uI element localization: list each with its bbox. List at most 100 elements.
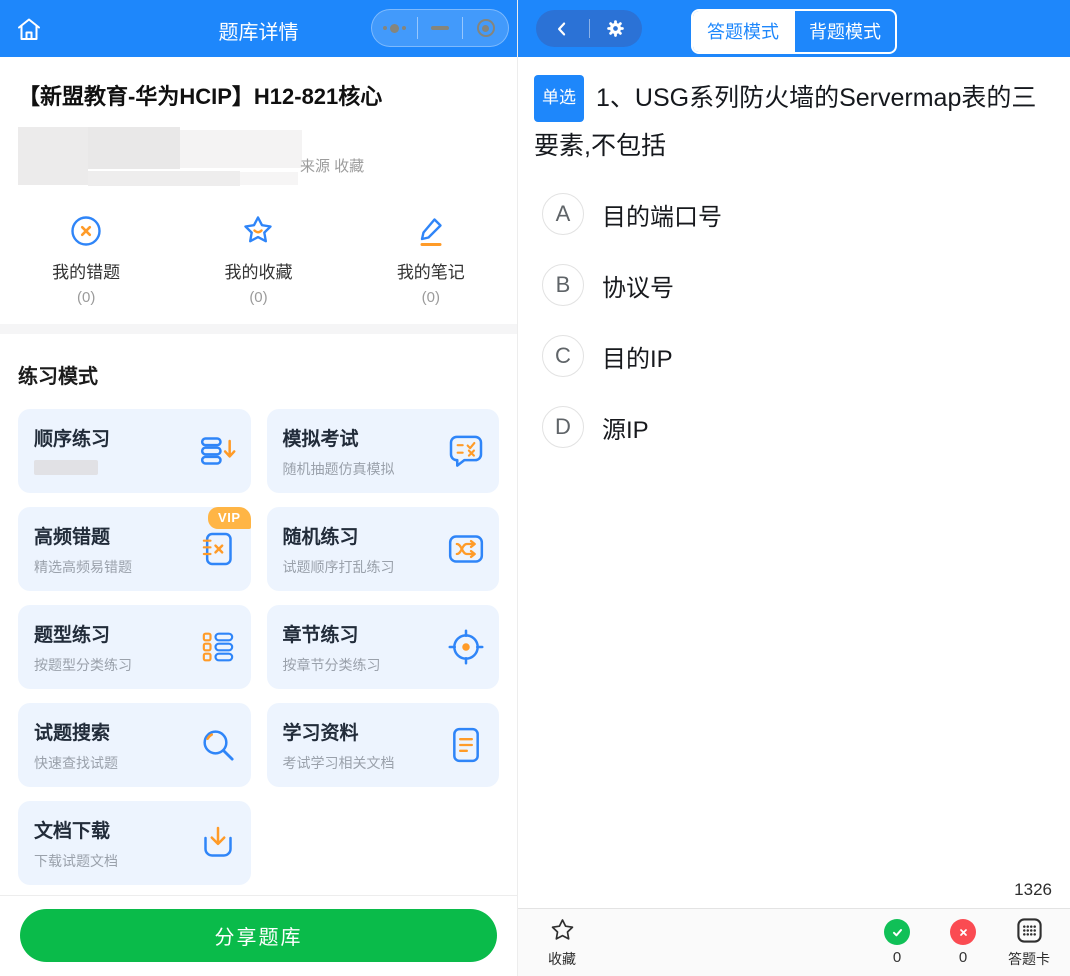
share-bank-button[interactable]: 分享题库 bbox=[20, 909, 497, 962]
stat-my-wrong[interactable]: 我的错题 (0) bbox=[0, 213, 172, 306]
answer-card-button[interactable]: 答题卡 bbox=[996, 917, 1062, 969]
back-icon[interactable] bbox=[536, 10, 589, 47]
download-icon bbox=[198, 823, 238, 863]
minimize-icon[interactable] bbox=[418, 10, 463, 46]
star-smile-icon bbox=[240, 213, 276, 249]
mode-toggle: 答题模式 背题模式 bbox=[691, 9, 897, 54]
stat-count: (0) bbox=[422, 289, 440, 306]
card-subtitle: 考试学习相关文档 bbox=[283, 753, 440, 773]
redacted-block bbox=[180, 130, 302, 168]
tab-recite-mode[interactable]: 背题模式 bbox=[793, 11, 895, 52]
list-types-icon bbox=[198, 627, 238, 667]
stat-count: (0) bbox=[77, 289, 95, 306]
stat-count: (0) bbox=[249, 289, 267, 306]
source-favorite-meta: 来源 收藏 bbox=[300, 155, 364, 176]
pencil-icon bbox=[413, 213, 449, 249]
option-c[interactable]: C 目的IP bbox=[534, 335, 1054, 377]
card-subtitle: 试题顺序打乱练习 bbox=[283, 557, 440, 577]
stat-label: 我的笔记 bbox=[397, 258, 465, 283]
correct-counter[interactable]: 0 bbox=[864, 919, 930, 966]
answer-card-label: 答题卡 bbox=[1008, 949, 1050, 969]
card-study-material[interactable]: 学习资料 考试学习相关文档 bbox=[267, 703, 500, 787]
card-title: 顺序练习 bbox=[34, 424, 191, 451]
card-subtitle: 随机抽题仿真模拟 bbox=[283, 459, 440, 479]
card-subtitle: 下载试题文档 bbox=[34, 851, 191, 871]
exam-bubble-icon bbox=[446, 431, 486, 471]
question-body: 单选1、USG系列防火墙的Servermap表的三要素,不包括 A 目的端口号 … bbox=[518, 57, 1070, 908]
options-list: A 目的端口号 B 协议号 C 目的IP D 源IP bbox=[534, 193, 1054, 477]
wrong-counter[interactable]: 0 bbox=[930, 919, 996, 966]
document-icon bbox=[446, 725, 486, 765]
notebook-x-icon bbox=[198, 529, 238, 569]
question-text: 1、USG系列防火墙的Servermap表的三要素,不包括 bbox=[534, 84, 1036, 160]
more-icon[interactable] bbox=[372, 10, 417, 46]
card-title: 章节练习 bbox=[283, 620, 440, 647]
card-document-download[interactable]: 文档下载 下载试题文档 bbox=[18, 801, 251, 885]
redacted-block bbox=[34, 460, 98, 475]
favorite-label: 收藏 bbox=[548, 949, 576, 969]
stat-label: 我的收藏 bbox=[224, 258, 292, 283]
stat-label: 我的错题 bbox=[52, 258, 120, 283]
card-random-practice[interactable]: 随机练习 试题顺序打乱练习 bbox=[267, 507, 500, 591]
bank-detail-screen: 题库详情 【新盟教育-华为HCIP】H12-821核心 bbox=[0, 0, 517, 976]
check-circle-icon bbox=[884, 919, 910, 945]
left-footer: 分享题库 bbox=[0, 895, 517, 976]
redacted-block bbox=[88, 127, 180, 169]
section-divider bbox=[0, 324, 517, 334]
question-screen: 答题模式 背题模式 单选1、USG系列防火墙的Servermap表的三要素,不包… bbox=[517, 0, 1070, 976]
practice-mode-title: 练习模式 bbox=[18, 360, 499, 389]
question-bottom-bar: 收藏 0 0 bbox=[518, 908, 1070, 976]
shuffle-icon bbox=[446, 529, 486, 569]
redacted-block bbox=[18, 127, 88, 185]
bank-info-redacted: 来源 收藏 bbox=[18, 127, 499, 189]
card-title: 高频错题 bbox=[34, 522, 191, 549]
sequence-icon bbox=[198, 431, 238, 471]
app: 题库详情 【新盟教育-华为HCIP】H12-821核心 bbox=[0, 0, 1070, 976]
option-a[interactable]: A 目的端口号 bbox=[534, 193, 1054, 235]
redacted-block bbox=[240, 172, 298, 185]
nav-pill bbox=[536, 10, 642, 47]
card-subtitle: 快速查找试题 bbox=[34, 753, 191, 773]
right-header: 答题模式 背题模式 bbox=[518, 0, 1070, 57]
option-text: 目的IP bbox=[602, 339, 673, 374]
redacted-block bbox=[88, 171, 240, 186]
star-icon bbox=[549, 917, 576, 944]
option-text: 协议号 bbox=[602, 268, 674, 303]
vip-badge: VIP bbox=[208, 507, 250, 529]
option-text: 目的端口号 bbox=[602, 197, 722, 232]
stat-my-favorites[interactable]: 我的收藏 (0) bbox=[172, 213, 344, 306]
tab-answer-mode[interactable]: 答题模式 bbox=[693, 11, 793, 52]
card-type-practice[interactable]: 题型练习 按题型分类练习 bbox=[18, 605, 251, 689]
favorite-button[interactable]: 收藏 bbox=[548, 917, 576, 969]
question-block: 单选1、USG系列防火墙的Servermap表的三要素,不包括 bbox=[534, 77, 1054, 167]
answer-card-icon bbox=[1016, 917, 1043, 944]
option-b[interactable]: B 协议号 bbox=[534, 264, 1054, 306]
option-d[interactable]: D 源IP bbox=[534, 406, 1054, 448]
left-header: 题库详情 bbox=[0, 0, 517, 57]
card-title: 随机练习 bbox=[283, 522, 440, 549]
bank-detail-body: 【新盟教育-华为HCIP】H12-821核心 来源 收藏 我的错题 (0) bbox=[0, 57, 517, 895]
card-chapter-practice[interactable]: 章节练习 按章节分类练习 bbox=[267, 605, 500, 689]
card-question-search[interactable]: 试题搜索 快速查找试题 bbox=[18, 703, 251, 787]
wrong-count: 0 bbox=[959, 949, 967, 966]
card-title: 题型练习 bbox=[34, 620, 191, 647]
search-icon bbox=[198, 725, 238, 765]
bank-title: 【新盟教育-华为HCIP】H12-821核心 bbox=[18, 79, 499, 111]
card-subtitle: 按章节分类练习 bbox=[283, 655, 440, 675]
card-sequence-practice[interactable]: 顺序练习 bbox=[18, 409, 251, 493]
practice-mode-grid: 顺序练习 模拟考试 随机抽题仿真模拟 bbox=[18, 409, 499, 885]
card-title: 学习资料 bbox=[283, 718, 440, 745]
question-type-badge: 单选 bbox=[534, 75, 584, 122]
gear-icon[interactable] bbox=[590, 10, 643, 47]
stat-my-notes[interactable]: 我的笔记 (0) bbox=[345, 213, 517, 306]
card-title: 试题搜索 bbox=[34, 718, 191, 745]
card-subtitle: 按题型分类练习 bbox=[34, 655, 191, 675]
miniprogram-capsule bbox=[371, 9, 509, 47]
option-letter: D bbox=[542, 406, 584, 448]
close-circle-icon[interactable] bbox=[463, 10, 508, 46]
card-mock-exam[interactable]: 模拟考试 随机抽题仿真模拟 bbox=[267, 409, 500, 493]
option-letter: B bbox=[542, 264, 584, 306]
my-stats-row: 我的错题 (0) 我的收藏 (0) 我的笔记 bbox=[0, 213, 517, 306]
card-frequent-mistakes[interactable]: VIP 高频错题 精选高频易错题 bbox=[18, 507, 251, 591]
target-icon bbox=[446, 627, 486, 667]
